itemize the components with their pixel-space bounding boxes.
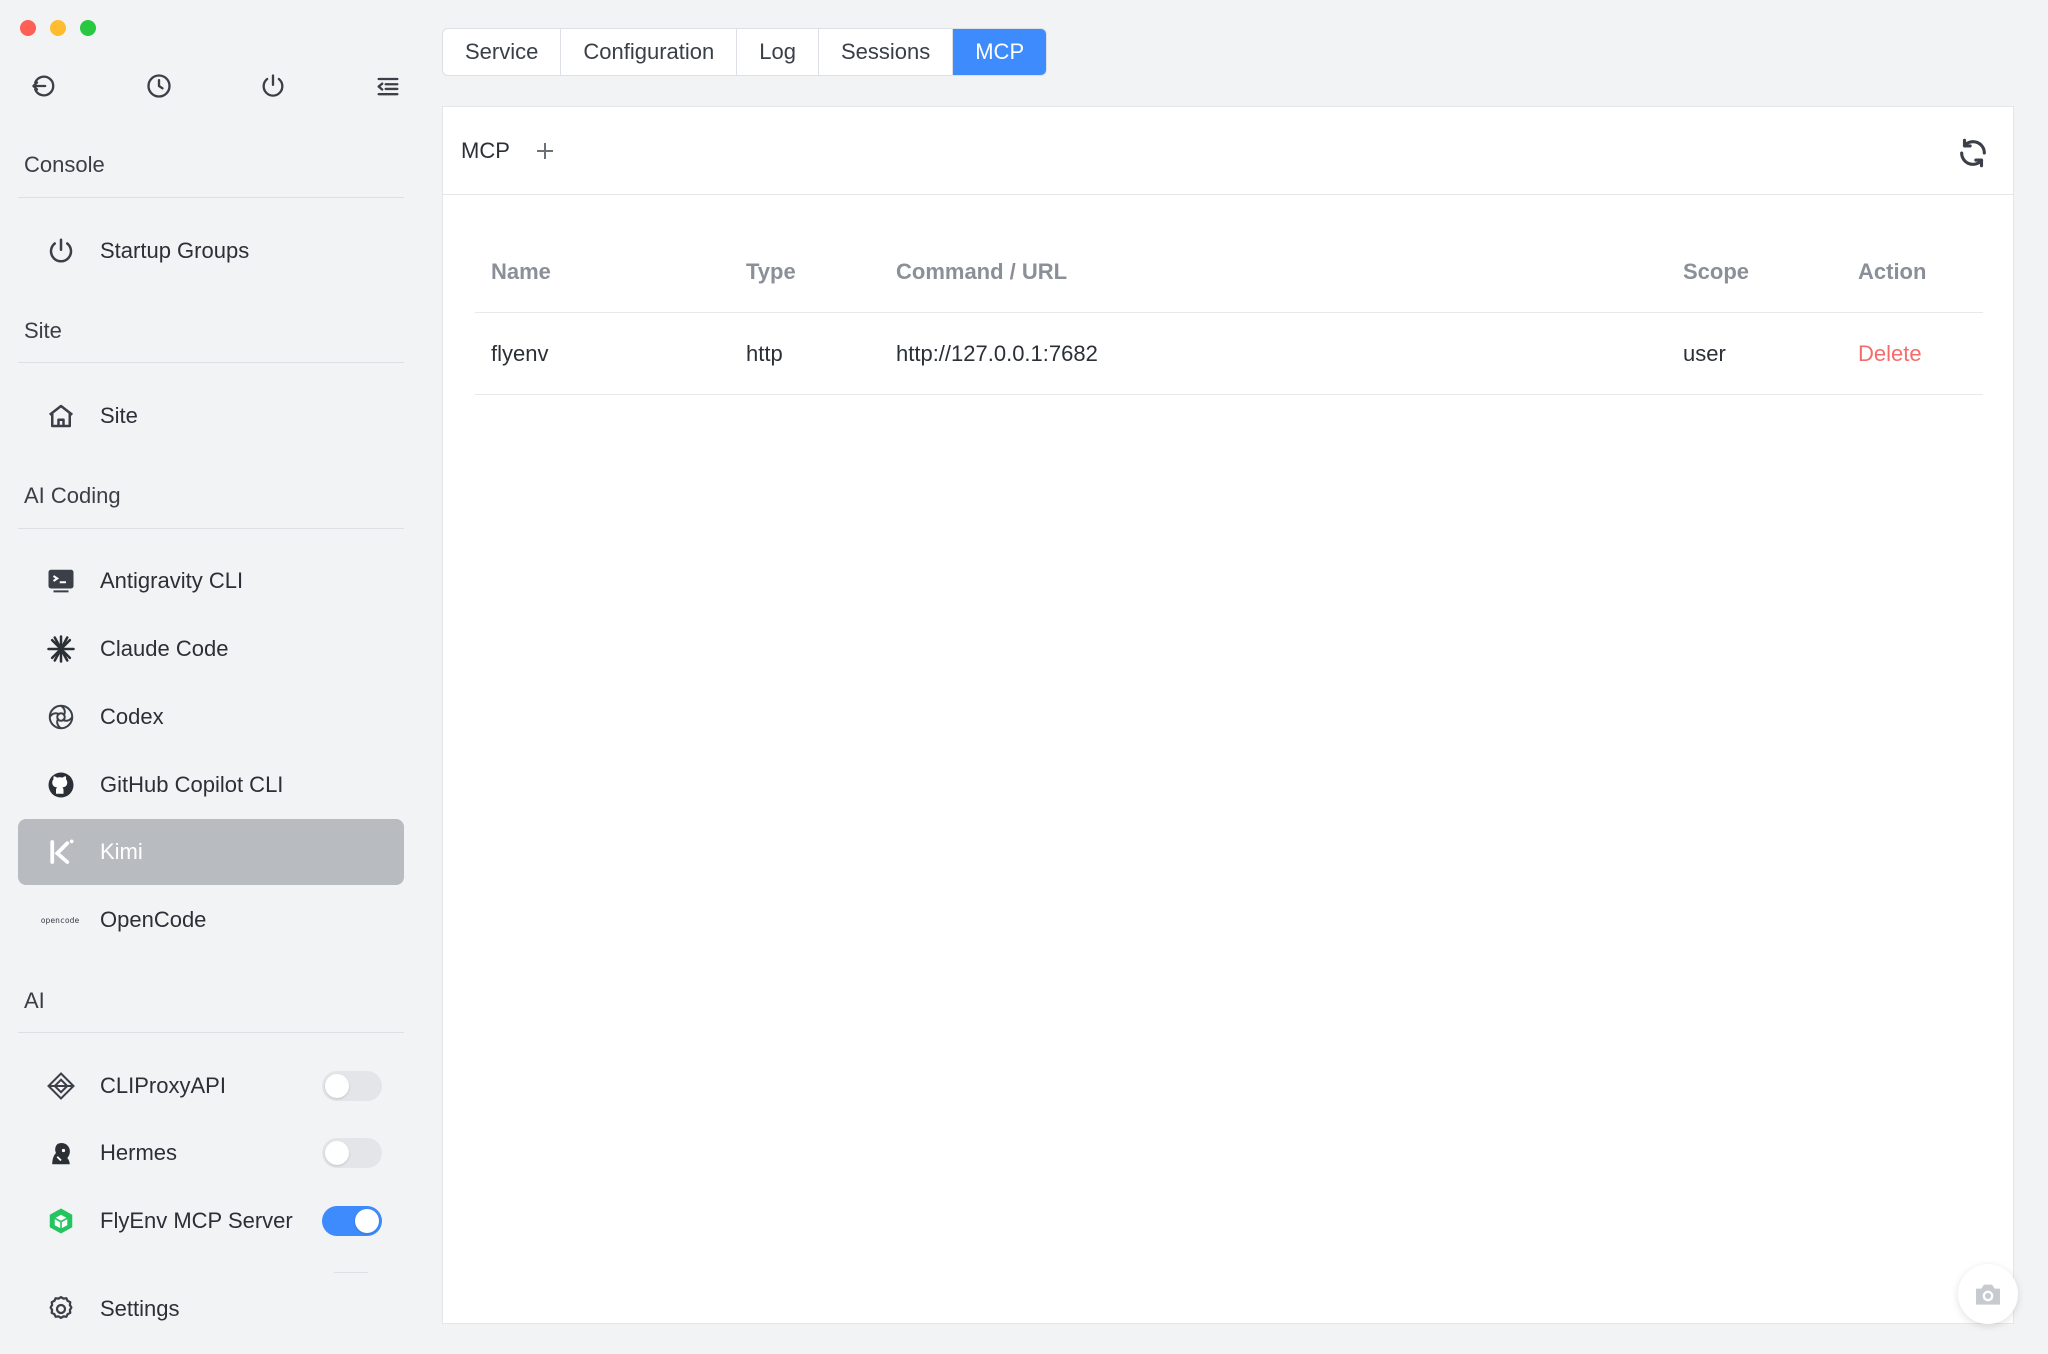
cube-icon	[44, 1204, 78, 1238]
sidebar-item-label: Settings	[100, 1296, 180, 1321]
tab-log[interactable]: Log	[737, 29, 819, 75]
delete-button[interactable]: Delete	[1858, 341, 1983, 367]
sidebar-item-label: GitHub Copilot CLI	[100, 772, 284, 797]
plus-icon	[536, 142, 553, 159]
claude-burst-icon	[44, 632, 78, 666]
divider	[18, 362, 404, 363]
sidebar-item-codex[interactable]: Codex	[18, 684, 404, 750]
column-header-command-url: Command / URL	[896, 258, 1068, 284]
column-header-name: Name	[491, 258, 551, 284]
terminal-icon	[44, 564, 78, 598]
cell-scope: user	[1683, 340, 1726, 366]
section-ai: AI	[24, 988, 45, 1013]
sidebar-item-startup-groups[interactable]: Startup Groups	[18, 218, 404, 284]
opencode-logo: opencode	[40, 915, 80, 925]
home-icon	[44, 399, 78, 433]
section-ai-coding: AI Coding	[24, 483, 121, 508]
screenshot-button[interactable]	[1958, 1264, 2018, 1324]
tab-configuration[interactable]: Configuration	[561, 29, 738, 75]
hermes-toggle[interactable]	[322, 1138, 382, 1168]
column-header-action: Action	[1858, 258, 1927, 284]
tab-service[interactable]: Service	[443, 29, 562, 75]
sidebar-item-label: CLIProxyAPI	[100, 1073, 226, 1098]
divider	[18, 528, 404, 529]
sidebar-item-label: Kimi	[100, 839, 143, 864]
back-icon[interactable]	[26, 68, 62, 104]
kimi-icon	[44, 835, 78, 869]
sidebar-item-hermes[interactable]: Hermes	[18, 1120, 404, 1186]
cliproxyapi-toggle[interactable]	[322, 1071, 382, 1101]
sidebar-toolbar	[26, 68, 406, 104]
sidebar-item-github-copilot-cli[interactable]: GitHub Copilot CLI	[18, 752, 404, 818]
sidebar-item-label: Hermes	[100, 1140, 178, 1165]
divider	[18, 197, 404, 198]
tab-mcp[interactable]: MCP	[953, 29, 1047, 75]
divider	[334, 1272, 368, 1273]
refresh-icon	[1960, 138, 1986, 168]
mcp-panel: MCP Name Type Command / URL Scope Action…	[442, 106, 2014, 1324]
table-header-row: Name Type Command / URL Scope Action	[475, 231, 1983, 313]
sidebar-item-claude-code[interactable]: Claude Code	[18, 616, 404, 682]
cell-name: flyenv	[491, 340, 549, 366]
tab-bar: Service Configuration Log Sessions MCP	[442, 28, 1048, 76]
sidebar-item-flyenv-mcp-server[interactable]: FlyEnv MCP Server	[18, 1188, 404, 1254]
sidebar-item-cliproxyapi[interactable]: CLIProxyAPI	[18, 1053, 404, 1119]
gear-icon	[44, 1292, 78, 1326]
sidebar-item-label: Site	[100, 403, 138, 428]
column-header-type: Type	[746, 258, 796, 284]
sidebar-item-kimi[interactable]: Kimi	[18, 819, 404, 885]
sidebar-item-label: Antigravity CLI	[100, 568, 244, 593]
power-icon	[44, 234, 78, 268]
diamond-icon	[44, 1069, 78, 1103]
hermes-icon	[44, 1136, 78, 1170]
sidebar-item-label: FlyEnv MCP Server	[100, 1208, 293, 1233]
panel-title: MCP	[461, 137, 510, 163]
sidebar-item-settings[interactable]: Settings	[18, 1276, 404, 1342]
sidebar-item-antigravity-cli[interactable]: Antigravity CLI	[18, 548, 404, 614]
tab-sessions[interactable]: Sessions	[819, 29, 954, 75]
add-mcp-button[interactable]	[532, 138, 558, 164]
openai-icon	[44, 700, 78, 734]
refresh-button[interactable]	[1955, 135, 1991, 171]
sidebar-item-label: OpenCode	[100, 907, 207, 932]
divider	[18, 1032, 404, 1033]
sidebar-item-label: Startup Groups	[100, 238, 250, 263]
sidebar-item-opencode[interactable]: opencode OpenCode	[18, 887, 404, 953]
app-window: Console Startup Groups Site Site AI Codi…	[0, 0, 2048, 1354]
camera-icon	[1976, 1284, 2000, 1305]
cell-command-url: http://127.0.0.1:7682	[896, 340, 1098, 366]
power-icon[interactable]	[255, 68, 291, 104]
github-icon	[44, 768, 78, 802]
sidebar-item-label: Claude Code	[100, 636, 229, 661]
section-site: Site	[24, 318, 62, 343]
cell-type: http	[746, 340, 783, 366]
sidebar: Console Startup Groups Site Site AI Codi…	[0, 0, 420, 1354]
menu-collapse-icon[interactable]	[370, 68, 406, 104]
history-icon[interactable]	[141, 68, 177, 104]
sidebar-item-label: Codex	[100, 704, 164, 729]
table-row: flyenv http http://127.0.0.1:7682 user D…	[475, 313, 1983, 395]
panel-header: MCP	[443, 107, 2013, 195]
flyenv-mcp-toggle[interactable]	[322, 1206, 382, 1236]
mcp-table: Name Type Command / URL Scope Action fly…	[475, 231, 1983, 395]
column-header-scope: Scope	[1683, 258, 1750, 284]
section-console: Console	[24, 152, 105, 177]
sidebar-item-site[interactable]: Site	[18, 383, 404, 449]
